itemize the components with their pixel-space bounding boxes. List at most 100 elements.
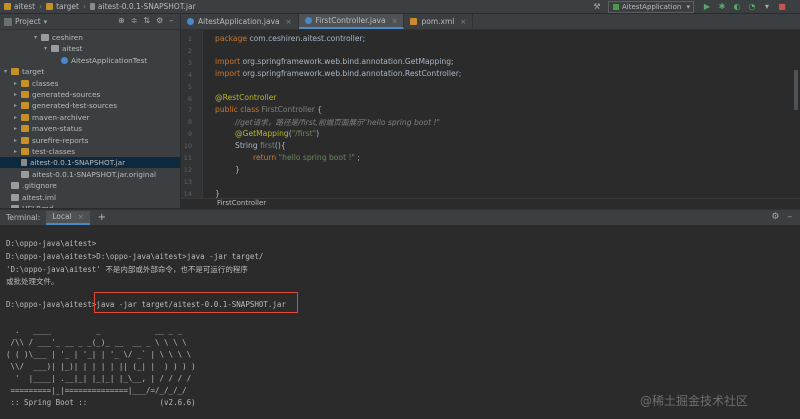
editor-tab-label: pom.xml (421, 17, 455, 26)
chevron-right-icon[interactable]: ▸ (14, 125, 21, 132)
tree-item[interactable]: aitest-0.0.1-SNAPSHOT.jar.original (14, 169, 156, 180)
tree-item[interactable]: ▸ surefire-reports (14, 135, 88, 146)
add-terminal-icon[interactable]: + (98, 212, 106, 223)
editor-tab[interactable]: pom.xml × (404, 14, 474, 29)
breadcrumb-project[interactable]: aitest › (4, 2, 42, 11)
breadcrumb-separator-icon: › (82, 2, 86, 11)
minimize-icon[interactable]: – (788, 212, 793, 222)
stop-icon[interactable]: ■ (777, 2, 787, 12)
close-icon[interactable]: × (286, 18, 292, 26)
terminal-line: ( ( )\___ | '_ | '_| | '_ \/ _` | \ \ \ … (6, 350, 192, 359)
tree-item[interactable]: ▾ target (4, 66, 44, 77)
tree-item[interactable]: ▸ classes (14, 78, 58, 89)
breadcrumb-label: target (56, 2, 79, 11)
expand-icon[interactable]: ⇅ (143, 16, 150, 25)
tree-item[interactable]: aitest-0.0.1-SNAPSHOT.jar (0, 157, 180, 169)
tree-item-label: aitest-0.0.1-SNAPSHOT.jar (30, 158, 126, 168)
terminal-label: Terminal: (6, 213, 41, 222)
gear-icon[interactable]: ⚙ (156, 16, 163, 25)
tree-item[interactable]: AitestApplicationTest (54, 55, 147, 66)
code-editor[interactable]: package com.ceshiren.aitest.controller; … (205, 30, 795, 198)
breadcrumb-target[interactable]: target › (46, 2, 86, 11)
tree-item[interactable]: ▾ aitest (44, 43, 83, 54)
tree-item[interactable]: HELP.md (4, 203, 54, 208)
terminal-line: 或批处理文件。 (6, 277, 59, 286)
code-line-10: String first(){ (235, 141, 286, 150)
chevron-down-icon[interactable]: ▾ (44, 45, 51, 52)
terminal-line: :: Spring Boot :: (v2.6.6) (6, 398, 196, 407)
package-icon (51, 45, 59, 53)
chevron-down-icon[interactable]: ▾ (4, 68, 11, 75)
folder-icon (21, 91, 29, 98)
editor-tab[interactable]: FirstController.java × (298, 14, 405, 29)
breadcrumb-jar[interactable]: aitest-0.0.1-SNAPSHOT.jar (89, 2, 196, 11)
tree-item[interactable]: ▸ generated-sources (14, 89, 100, 100)
chevron-right-icon[interactable]: ▸ (14, 102, 21, 109)
editor-scrollbar[interactable] (794, 70, 798, 110)
tree-item[interactable]: ▸ generated-test-sources (14, 100, 117, 111)
breadcrumb-separator-icon: › (39, 2, 43, 11)
gear-icon[interactable]: ⚙ (771, 212, 779, 222)
coverage-icon[interactable]: ◐ (732, 2, 742, 12)
tree-item-label: surefire-reports (32, 135, 89, 145)
tree-item-label: maven-status (32, 124, 83, 134)
chevron-right-icon[interactable]: ▸ (14, 80, 21, 87)
chevron-right-icon[interactable]: ▸ (14, 148, 21, 155)
line-number: 13 (183, 177, 192, 186)
locate-icon[interactable]: ⊕ (118, 16, 125, 25)
folder-icon (21, 102, 29, 110)
navigation-bar: aitest › target › aitest-0.0.1-SNAPSHOT.… (0, 0, 800, 14)
line-number: 2 (187, 46, 192, 55)
terminal-line: ' |____| .__|_| |_|_| |_\__, | / / / / (6, 374, 192, 383)
build-icon[interactable]: ▾ (762, 2, 772, 12)
chevron-right-icon[interactable]: ▸ (14, 91, 21, 98)
close-icon[interactable]: × (78, 213, 84, 221)
close-icon[interactable]: × (460, 18, 466, 26)
highlight-annotation-box (94, 292, 298, 313)
terminal-tab-local[interactable]: Local × (46, 210, 90, 225)
tree-item[interactable]: ▾ ceshiren (34, 32, 83, 43)
terminal-header: Terminal: Local × + ⚙ – (0, 209, 800, 225)
chevron-right-icon[interactable]: ▸ (14, 114, 21, 121)
line-number: 14 (183, 189, 192, 198)
terminal-line: =========|_|==============|___/=/_/_/_/ (6, 386, 187, 395)
tree-item[interactable]: aitest.iml (4, 192, 56, 203)
chevron-down-icon[interactable]: ▾ (34, 34, 41, 41)
line-number: 12 (183, 165, 192, 174)
tree-item[interactable]: .gitignore (4, 180, 57, 191)
code-line-4: import org.springframework.web.bind.anno… (215, 69, 462, 78)
spring-icon (613, 4, 619, 10)
editor-tab-bar: AitestApplication.java × FirstController.j… (181, 14, 800, 30)
watermark: @稀土掘金技术社区 (640, 392, 748, 409)
tree-item[interactable]: ▸ test-classes (14, 146, 75, 157)
footer-class-name[interactable]: FirstController (217, 199, 266, 207)
debug-icon[interactable]: ✱ (717, 2, 727, 12)
line-number: 6 (187, 94, 192, 103)
terminal-line: /\\ / ___'_ __ _ _(_)_ __ __ _ \ \ \ \ (6, 338, 187, 347)
chevron-down-icon[interactable]: ▾ (44, 18, 48, 26)
tree-item-label: .gitignore (22, 181, 57, 191)
run-icon[interactable]: ▶ (702, 2, 712, 12)
terminal-line: D:\oppo-java\aitest>D:\oppo-java\aitest>… (6, 252, 264, 261)
chevron-right-icon[interactable]: ▸ (14, 137, 21, 144)
run-configuration-select[interactable]: AitestApplication ▾ (608, 1, 694, 13)
minimize-icon[interactable]: – (169, 16, 173, 25)
file-icon (11, 205, 19, 208)
line-number: 5 (187, 82, 192, 91)
folder-icon (11, 68, 19, 76)
editor-tab[interactable]: AitestApplication.java × (181, 14, 299, 29)
close-icon[interactable]: × (392, 17, 398, 25)
profile-icon[interactable]: ◔ (747, 2, 757, 12)
terminal-output[interactable]: D:\oppo-java\aitest> D:\oppo-java\aitest>… (0, 225, 800, 419)
tree-item[interactable]: ▸ maven-status (14, 123, 82, 134)
java-class-icon (61, 56, 68, 64)
folder-icon (21, 79, 29, 87)
hammer-icon[interactable]: ⚒ (592, 2, 602, 12)
project-panel-header: Project ▾ ⊕ ≑ ⇅ ⚙ – (0, 14, 180, 30)
tree-item-label: generated-sources (32, 90, 101, 99)
project-tree: ▾ ceshiren ▾ aitest AitestApplicationTest ▾ ta… (0, 30, 180, 208)
collapse-icon[interactable]: ≑ (131, 16, 138, 25)
folder-icon (46, 3, 54, 10)
tree-item[interactable]: ▸ maven-archiver (14, 112, 89, 123)
project-panel-title[interactable]: Project (15, 17, 41, 26)
